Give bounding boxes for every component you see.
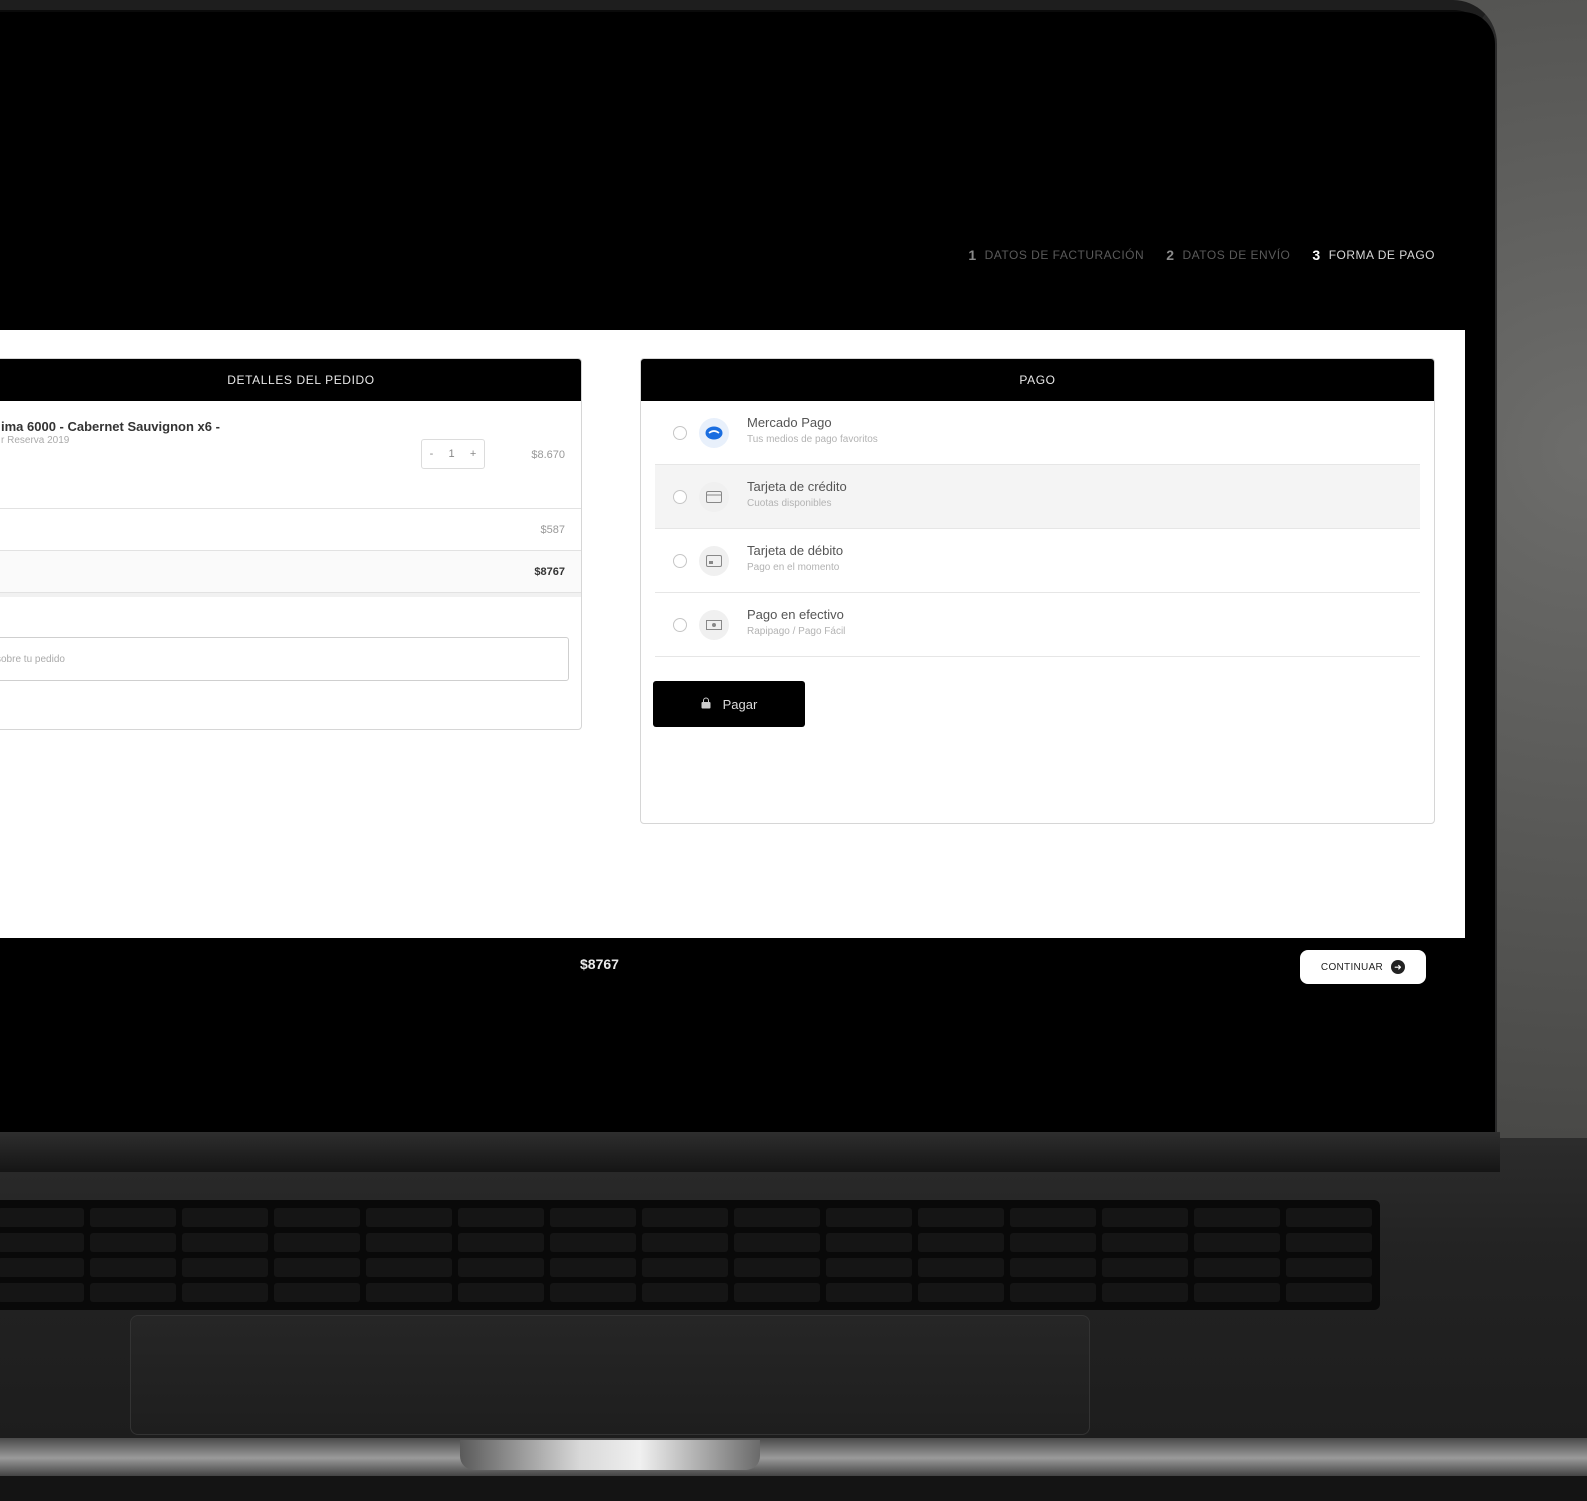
qty-value: 1 [448,448,455,460]
arrow-right-icon: ➜ [1391,960,1406,974]
laptop-front-edge [0,1438,1587,1478]
checkout-steps: 1 DATOS DE FACTURACIÓN 2 DATOS DE ENVÍO … [968,247,1435,263]
order-product-row: ima 6000 - Cabernet Sauvignon x6 - r Res… [0,401,581,509]
laptop-trackpad [130,1315,1090,1435]
radio-button[interactable] [673,617,687,632]
cash-icon [699,609,729,640]
total-value: $8767 [534,566,565,578]
total-row: $8767 [0,551,581,593]
order-details-card: DETALLES DEL PEDIDO ima 6000 - Cabernet … [0,358,582,730]
payment-title: PAGO [641,359,1434,401]
order-details-title: DETALLES DEL PEDIDO [0,359,581,401]
step-label: DATOS DE ENVÍO [1182,248,1291,262]
mercado-pago-icon [699,417,729,448]
footer-total: $8767 [580,956,619,972]
radio-button[interactable] [673,553,687,568]
payment-card: PAGO Mercado Pago Tus medios de pago fav… [640,358,1435,824]
order-notes-input[interactable]: sobre tu pedido [0,637,569,681]
step-number: 1 [968,247,977,263]
pay-button[interactable]: Pagar [653,681,805,727]
step-number: 3 [1312,247,1321,263]
payment-method-debit-card[interactable]: Tarjeta de débito Pago en el momento [655,529,1420,593]
order-notes-section: sobre tu pedido [0,593,581,728]
product-name: ima 6000 - Cabernet Sauvignon x6 - [1,419,220,434]
step-label: FORMA DE PAGO [1328,248,1435,262]
step-label: DATOS DE FACTURACIÓN [984,248,1145,262]
laptop-screen: 1 DATOS DE FACTURACIÓN 2 DATOS DE ENVÍO … [0,12,1495,1132]
lock-icon [701,697,711,712]
laptop-notch [460,1440,760,1470]
payment-method-title: Mercado Pago [747,415,832,430]
credit-card-icon [699,481,729,512]
product-price: $8.670 [531,449,565,461]
payment-method-cash[interactable]: Pago en efectivo Rapipago / Pago Fácil [655,593,1420,657]
payment-method-credit-card[interactable]: Tarjeta de crédito Cuotas disponibles [655,465,1420,529]
quantity-stepper[interactable]: - 1 + [421,439,485,469]
step-number: 2 [1166,247,1175,263]
radio-button[interactable] [673,489,687,504]
shipping-row: $587 [0,509,581,551]
payment-method-title: Tarjeta de débito [747,543,844,558]
step-shipping[interactable]: 2 DATOS DE ENVÍO [1166,247,1290,263]
qty-decrement-button[interactable]: - [430,448,434,460]
laptop-base [0,1476,1587,1501]
qty-increment-button[interactable]: + [470,448,476,460]
debit-card-icon [699,545,729,576]
radio-button[interactable] [673,425,687,440]
step-billing[interactable]: 1 DATOS DE FACTURACIÓN [968,247,1144,263]
product-subtitle: r Reserva 2019 [1,435,70,446]
payment-method-subtitle: Cuotas disponibles [747,498,832,509]
payment-method-title: Pago en efectivo [747,607,844,622]
laptop-keyboard [0,1200,1380,1310]
pay-button-label: Pagar [722,696,758,712]
payment-method-subtitle: Rapipago / Pago Fácil [747,626,846,637]
payment-method-mercado-pago[interactable]: Mercado Pago Tus medios de pago favorito… [655,401,1420,465]
laptop-hinge [0,1132,1500,1172]
step-payment[interactable]: 3 FORMA DE PAGO [1312,247,1435,263]
continue-button[interactable]: CONTINUAR ➜ [1300,950,1426,984]
shipping-value: $587 [540,524,565,536]
payment-method-subtitle: Pago en el momento [747,562,840,573]
continue-button-label: CONTINUAR [1320,961,1384,973]
payment-method-subtitle: Tus medios de pago favoritos [747,434,878,445]
payment-methods-list: Mercado Pago Tus medios de pago favorito… [641,401,1434,657]
payment-method-title: Tarjeta de crédito [747,479,847,494]
checkout-content: DETALLES DEL PEDIDO ima 6000 - Cabernet … [0,330,1465,938]
checkout-footer: $8767 CONTINUAR ➜ [0,938,1495,994]
